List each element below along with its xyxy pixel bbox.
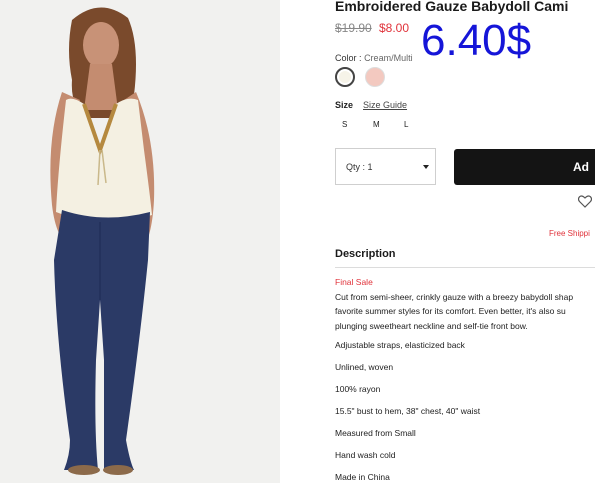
size-option-l[interactable]: L — [404, 120, 408, 129]
spec-item: 15.5" bust to hem, 38" chest, 40" waist — [335, 406, 481, 416]
spec-item: Hand wash cold — [335, 450, 396, 460]
color-separator: : — [359, 53, 362, 63]
spec-item: Made in China — [335, 472, 390, 482]
original-price: $19.90 — [335, 21, 372, 35]
model-illustration — [0, 0, 280, 483]
size-option-s[interactable]: S — [342, 120, 347, 129]
add-button-label: Ad — [573, 160, 589, 174]
description-divider — [335, 267, 595, 268]
spec-item: 100% rayon — [335, 384, 381, 394]
spec-item: Unlined, woven — [335, 362, 394, 372]
color-label-text: Color — [335, 53, 357, 63]
add-to-bag-button[interactable]: Ad — [454, 149, 595, 185]
description-line: plunging sweetheart neckline and self-ti… — [335, 321, 528, 331]
description-line: Cut from semi-sheer, crinkly gauze with … — [335, 292, 574, 302]
overlay-price-annotation: 6.40$ — [421, 16, 532, 65]
quantity-select[interactable]: Qty : 1 — [335, 148, 436, 185]
caret-down-icon — [423, 165, 429, 169]
final-sale-label: Final Sale — [335, 277, 373, 287]
color-label: Color : Cream/Multi — [335, 53, 413, 63]
description-line: favorite summer styles for its comfort. … — [335, 306, 566, 316]
size-guide-link[interactable]: Size Guide — [363, 100, 407, 110]
product-image[interactable] — [0, 0, 280, 483]
sale-price: $8.00 — [379, 21, 410, 35]
spec-item: Adjustable straps, elasticized back — [335, 340, 465, 350]
description-heading: Description — [335, 248, 396, 260]
color-swatch-pink[interactable] — [365, 67, 385, 87]
spec-item: Measured from Small — [335, 428, 416, 438]
product-title: Embroidered Gauze Babydoll Cami — [335, 0, 569, 14]
color-swatch-cream[interactable] — [335, 67, 355, 87]
quantity-value: Qty : 1 — [346, 162, 373, 172]
color-selected-value: Cream/Multi — [364, 53, 413, 63]
size-option-m[interactable]: M — [373, 120, 380, 129]
heart-icon[interactable] — [578, 195, 592, 208]
size-label: Size — [335, 100, 354, 110]
free-shipping-link[interactable]: Free Shippi — [549, 229, 590, 238]
